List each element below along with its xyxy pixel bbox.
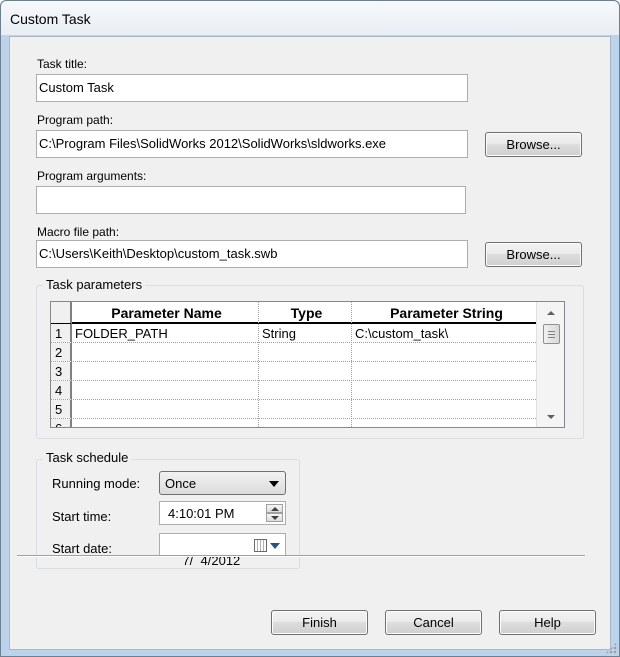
parameter-string-cell[interactable] [351,400,538,418]
row-number: 2 [51,343,71,361]
scroll-thumb[interactable] [543,324,560,344]
type-cell[interactable] [258,400,351,418]
grid-header-row: Parameter Name Type Parameter String [51,302,538,324]
custom-task-dialog: Custom Task Task title: Custom Task Prog… [0,0,620,657]
start-date-label: Start date: [52,541,112,556]
row-number: 6 [51,419,71,427]
grip-line [548,334,555,335]
type-cell[interactable] [258,381,351,399]
parameter-name-cell[interactable] [71,419,258,427]
column-header-type[interactable]: Type [258,302,351,323]
scroll-up-icon[interactable] [547,311,555,315]
parameter-name-cell[interactable] [71,362,258,380]
help-button[interactable]: Help [499,610,596,635]
table-row[interactable]: 6 [51,419,538,427]
table-row[interactable]: 5 [51,400,538,419]
task-title-label: Task title: [37,57,88,71]
start-date-picker[interactable]: 7/ 4/2012 [159,533,286,568]
grid-divider [258,302,259,427]
running-mode-dropdown[interactable]: Once [159,471,286,495]
program-path-label: Program path: [37,113,114,127]
spin-up-icon [271,507,279,511]
parameter-string-cell[interactable]: C:\custom_task\ [351,324,538,342]
row-number: 3 [51,362,71,380]
grid-divider [351,302,352,427]
task-parameters-group-title: Task parameters [43,277,146,292]
macro-file-path-label: Macro file path: [37,225,120,239]
finish-button[interactable]: Finish [271,610,368,635]
parameter-string-cell[interactable] [351,381,538,399]
spin-down-button[interactable] [266,513,283,522]
table-row[interactable]: 3 [51,362,538,381]
parameter-name-cell[interactable] [71,400,258,418]
parameter-name-cell[interactable] [71,381,258,399]
row-number: 5 [51,400,71,418]
row-number: 4 [51,381,71,399]
column-header-parameter-name[interactable]: Parameter Name [71,302,258,323]
macro-file-path-input[interactable]: C:\Users\Keith\Desktop\custom_task.swb [36,240,468,268]
start-time-label: Start time: [52,509,112,524]
spin-up-button[interactable] [266,504,283,513]
row-number: 1 [51,324,71,342]
table-row[interactable]: 2 [51,343,538,362]
chevron-down-icon[interactable] [270,543,280,549]
parameter-name-cell[interactable] [71,343,258,361]
calendar-icon[interactable] [254,539,267,552]
spin-down-icon [271,516,279,520]
program-path-browse-button[interactable]: Browse... [485,132,582,157]
parameter-string-cell[interactable] [351,419,538,427]
start-time-picker[interactable]: 4:10:01 PM [159,501,286,525]
grid-corner-cell[interactable] [51,302,71,323]
window-title: Custom Task [10,11,91,27]
task-title-input[interactable]: Custom Task [36,74,468,102]
running-mode-label: Running mode: [52,476,141,491]
chevron-down-icon [269,481,279,487]
time-spinner[interactable] [266,504,283,522]
parameter-string-cell[interactable] [351,362,538,380]
footer-separator [17,555,585,557]
grid-divider [71,302,72,427]
title-bar[interactable]: Custom Task [1,1,619,35]
start-time-value: 4:10:01 PM [168,506,235,521]
type-cell[interactable] [258,343,351,361]
type-cell[interactable]: String [258,324,351,342]
scroll-down-icon[interactable] [547,415,555,419]
cancel-button[interactable]: Cancel [385,610,482,635]
table-row[interactable]: 4 [51,381,538,400]
running-mode-value: Once [165,476,197,491]
macro-file-browse-button[interactable]: Browse... [485,242,582,267]
type-cell[interactable] [258,419,351,427]
parameter-name-cell[interactable]: FOLDER_PATH [71,324,258,342]
program-arguments-label: Program arguments: [37,169,147,183]
grid-vertical-scrollbar[interactable] [536,302,564,427]
task-parameters-grid[interactable]: Parameter Name Type Parameter String 1 F… [50,301,565,428]
table-row[interactable]: 1 FOLDER_PATH String C:\custom_task\ [51,324,538,343]
program-path-input[interactable]: C:\Program Files\SolidWorks 2012\SolidWo… [36,130,468,158]
type-cell[interactable] [258,362,351,380]
task-schedule-group-title: Task schedule [43,450,132,465]
grip-line [548,331,555,332]
grip-line [548,337,555,338]
parameter-string-cell[interactable] [351,343,538,361]
program-arguments-input[interactable] [36,186,466,214]
column-header-parameter-string[interactable]: Parameter String [351,302,538,323]
